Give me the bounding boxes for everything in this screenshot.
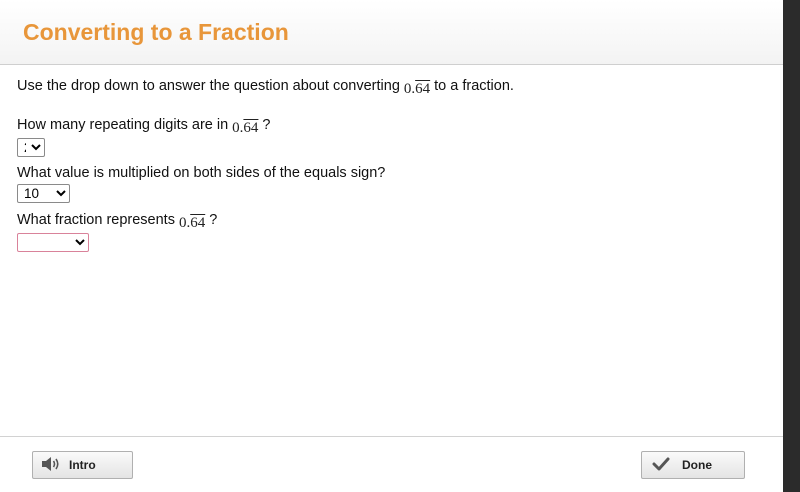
multiplier-dropdown[interactable]: 10 xyxy=(17,184,70,203)
math-repeating-decimal: 0.64 xyxy=(404,81,430,98)
intro-button[interactable]: Intro xyxy=(32,451,133,479)
math-repeat-digits: 64 xyxy=(415,81,431,97)
question-3: What fraction represents 0.64? xyxy=(17,212,218,232)
footer: Intro Done xyxy=(0,436,783,492)
checkmark-icon xyxy=(652,457,670,474)
question-1: How many repeating digits are in 0.64? xyxy=(17,117,271,137)
page-title: Converting to a Fraction xyxy=(23,19,289,45)
question-1-text: How many repeating digits are in xyxy=(17,117,229,133)
instruction: Use the drop down to answer the question… xyxy=(17,78,514,98)
instruction-suffix: to a fraction. xyxy=(434,78,514,94)
intro-button-label: Intro xyxy=(69,458,96,472)
math-repeating-decimal: 0.64 xyxy=(179,215,205,232)
question-3-suffix: ? xyxy=(209,212,218,228)
repeating-digits-dropdown[interactable]: 2 xyxy=(17,138,45,157)
question-3-text: What fraction represents xyxy=(17,212,175,228)
question-1-suffix: ? xyxy=(262,117,271,133)
speaker-icon xyxy=(41,456,61,475)
math-repeat-digits: 64 xyxy=(190,215,206,231)
math-repeat-digits: 64 xyxy=(243,120,259,136)
math-whole: 0. xyxy=(178,215,191,231)
done-button-label: Done xyxy=(682,458,712,472)
math-whole: 0. xyxy=(232,120,244,136)
math-repeating-decimal: 0.64 xyxy=(232,120,258,137)
question-2: What value is multiplied on both sides o… xyxy=(17,165,385,181)
instruction-text: Use the drop down to answer the question… xyxy=(17,78,400,94)
header: Converting to a Fraction xyxy=(0,0,783,65)
fraction-dropdown[interactable] xyxy=(17,233,89,252)
math-whole: 0. xyxy=(403,81,416,97)
question-2-text: What value is multiplied on both sides o… xyxy=(17,165,386,181)
done-button[interactable]: Done xyxy=(641,451,745,479)
activity-window: Converting to a Fraction Use the drop do… xyxy=(0,0,783,492)
